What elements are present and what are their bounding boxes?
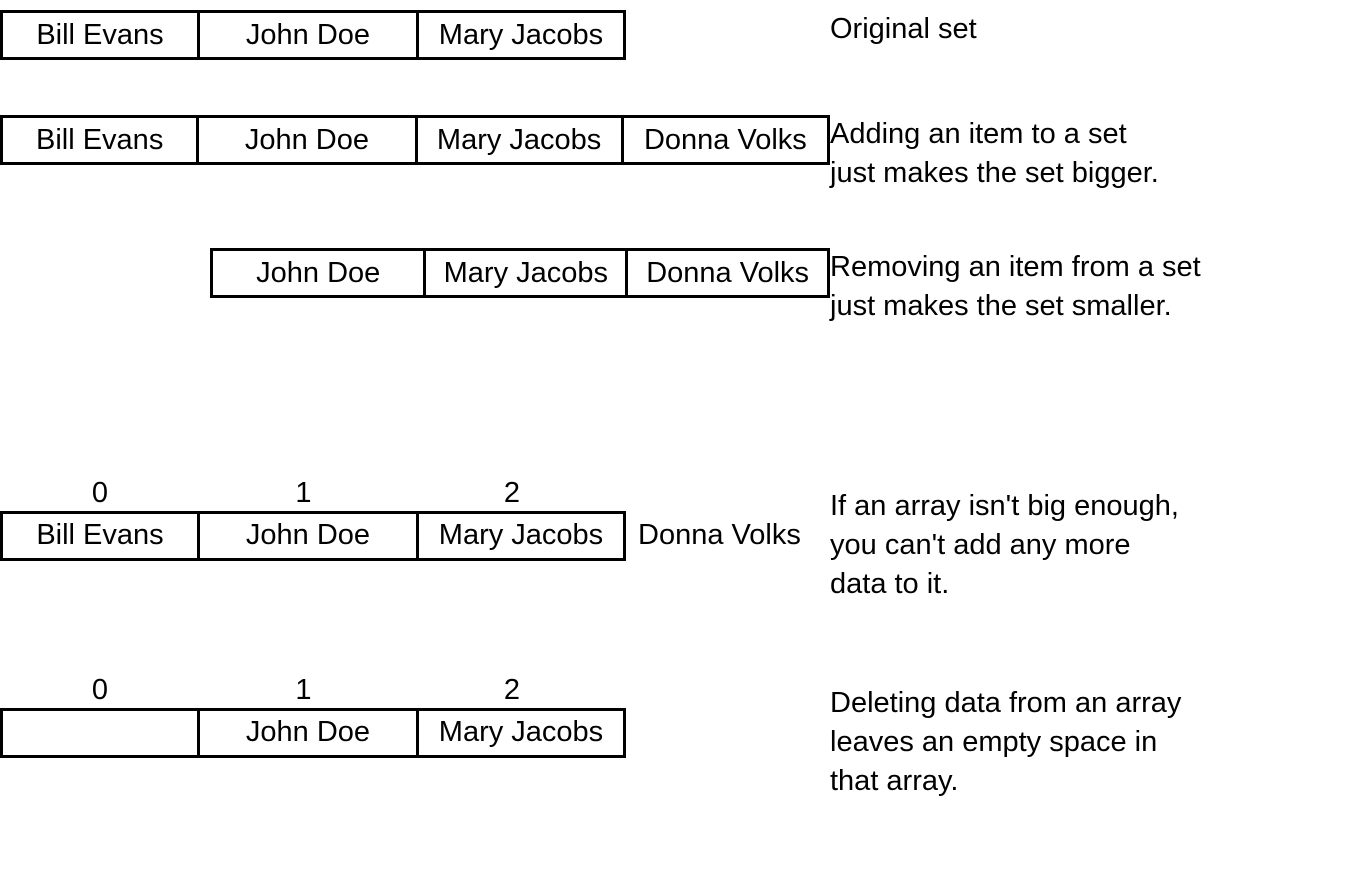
diagram-row-array-full: 0 1 2 Bill Evans John Doe Mary Jacobs Do… bbox=[0, 477, 1369, 604]
array-index: 2 bbox=[407, 674, 617, 711]
array-index: 0 bbox=[0, 674, 200, 711]
array-container: 0 1 2 Bill Evans John Doe Mary Jacobs Do… bbox=[0, 477, 830, 561]
set-cell: Bill Evans bbox=[0, 10, 200, 60]
diagram-row-original-set: Bill Evans John Doe Mary Jacobs Original… bbox=[0, 10, 1369, 60]
set-cell: John Doe bbox=[196, 115, 417, 165]
array-container: 0 1 2 John Doe Mary Jacobs bbox=[0, 674, 830, 758]
cells-group: Bill Evans John Doe Mary Jacobs Donna Vo… bbox=[0, 115, 830, 165]
cells-group: John Doe Mary Jacobs bbox=[0, 708, 830, 758]
caption-text: Original set bbox=[830, 10, 977, 49]
overflow-item: Donna Volks bbox=[626, 511, 813, 561]
array-cell: John Doe bbox=[197, 708, 419, 758]
cells-group: John Doe Mary Jacobs Donna Volks bbox=[210, 248, 830, 298]
array-cell: Mary Jacobs bbox=[416, 511, 626, 561]
array-cell-empty bbox=[0, 708, 200, 758]
array-index: 0 bbox=[0, 477, 200, 514]
set-cell: Mary Jacobs bbox=[423, 248, 628, 298]
set-cell: John Doe bbox=[210, 248, 426, 298]
caption-text: Adding an item to a set just makes the s… bbox=[830, 115, 1159, 193]
index-row: 0 1 2 bbox=[0, 477, 830, 514]
set-cell: Mary Jacobs bbox=[415, 115, 624, 165]
diagram-row-remove-item: John Doe Mary Jacobs Donna Volks Removin… bbox=[0, 248, 1369, 326]
cells-group: Bill Evans John Doe Mary Jacobs Donna Vo… bbox=[0, 511, 830, 561]
diagram-row-array-delete: 0 1 2 John Doe Mary Jacobs Deleting data… bbox=[0, 674, 1369, 801]
array-index: 1 bbox=[197, 477, 410, 514]
index-row: 0 1 2 bbox=[0, 674, 830, 711]
cells-group: Bill Evans John Doe Mary Jacobs bbox=[0, 10, 830, 60]
set-container: Bill Evans John Doe Mary Jacobs Donna Vo… bbox=[0, 115, 830, 165]
set-container: John Doe Mary Jacobs Donna Volks bbox=[0, 248, 830, 298]
array-index: 1 bbox=[197, 674, 410, 711]
set-cell: Donna Volks bbox=[621, 115, 830, 165]
caption-text: Removing an item from a set just makes t… bbox=[830, 248, 1201, 326]
set-cell: Mary Jacobs bbox=[416, 10, 626, 60]
set-cell: John Doe bbox=[197, 10, 419, 60]
caption-text: Deleting data from an array leaves an em… bbox=[830, 674, 1181, 801]
set-container: Bill Evans John Doe Mary Jacobs bbox=[0, 10, 830, 60]
array-cell: Bill Evans bbox=[0, 511, 200, 561]
set-cell: Donna Volks bbox=[625, 248, 830, 298]
caption-text: If an array isn't big enough, you can't … bbox=[830, 477, 1179, 604]
array-index: 2 bbox=[407, 477, 617, 514]
array-cell: Mary Jacobs bbox=[416, 708, 626, 758]
set-cell: Bill Evans bbox=[0, 115, 199, 165]
diagram-row-add-item: Bill Evans John Doe Mary Jacobs Donna Vo… bbox=[0, 115, 1369, 193]
array-cell: John Doe bbox=[197, 511, 419, 561]
